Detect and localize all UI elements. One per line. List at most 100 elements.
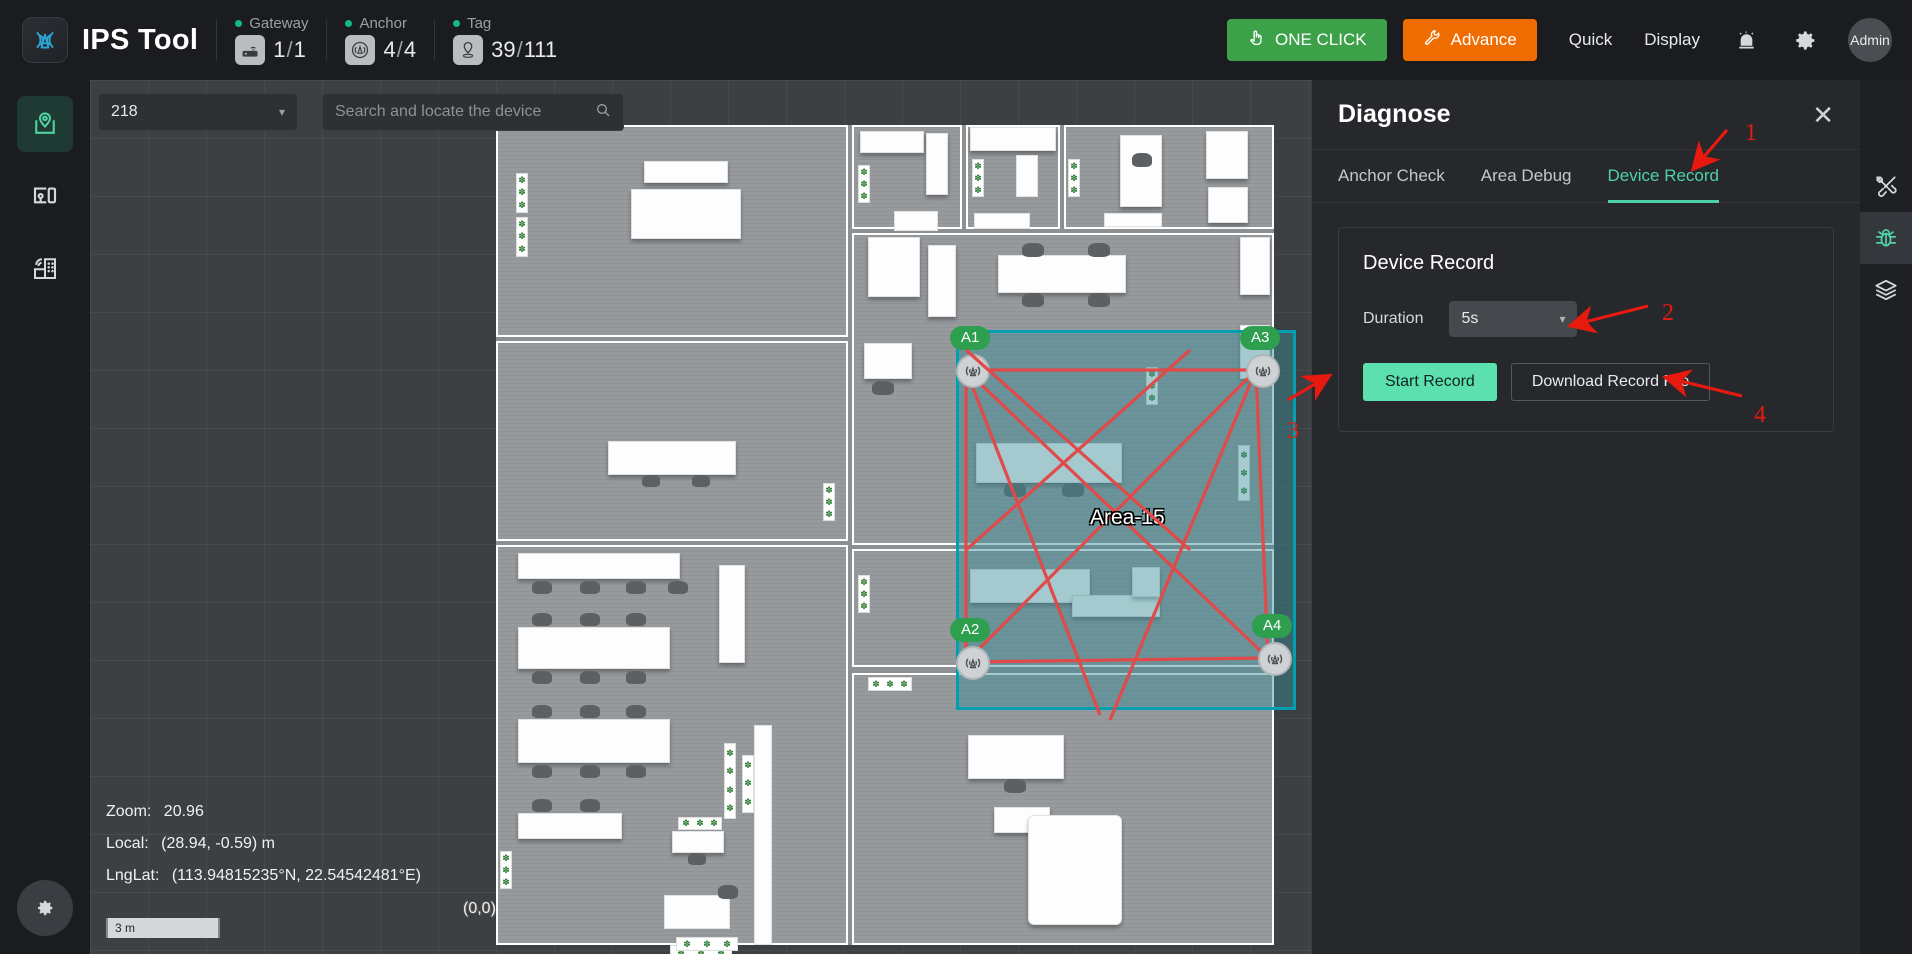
map-lnglat-readout: LngLat: (113.94815235°N, 22.54542481°E) [106, 867, 421, 885]
plant-icon: ✽✽✽ [972, 159, 984, 197]
anchor-A4[interactable]: A4 [1252, 614, 1293, 676]
desk [518, 627, 670, 669]
corridor [754, 725, 772, 945]
one-click-label: ONE CLICK [1274, 30, 1367, 49]
avatar[interactable]: Admin [1848, 18, 1892, 62]
chair [642, 475, 660, 487]
start-record-button[interactable]: Start Record [1363, 363, 1497, 401]
chair [1022, 293, 1044, 307]
chair [1022, 243, 1044, 257]
wrench-icon [1423, 28, 1442, 52]
plant-icon: ✽✽✽ [1068, 159, 1080, 197]
divider [216, 20, 218, 60]
divider [434, 20, 436, 60]
stat-gateway: Gateway 1/1 [235, 15, 308, 65]
close-icon[interactable]: ✕ [1812, 102, 1834, 128]
furniture [1120, 135, 1162, 207]
furniture [664, 895, 730, 929]
plant-icon: ✽✽✽ [868, 677, 912, 691]
sidebar-item-map-location[interactable] [17, 96, 73, 152]
tab-anchor-check[interactable]: Anchor Check [1338, 166, 1445, 203]
stat-anchor: Anchor 4/4 [345, 15, 416, 65]
chair [580, 705, 600, 718]
download-record-file-button[interactable]: Download Record File [1510, 363, 1711, 401]
chair [580, 799, 600, 812]
page-title: Diagnose [1338, 100, 1451, 128]
building-icon [34, 258, 56, 279]
anchor-A3[interactable]: A3 [1240, 326, 1281, 388]
layers-icon [1875, 279, 1897, 301]
stat-gateway-value-row: 1/1 [235, 35, 308, 65]
floor-select[interactable]: 218 ▾ [98, 93, 298, 131]
settings-button[interactable] [17, 880, 73, 936]
map-toolbar: 218 ▾ Search and locate the device [98, 93, 624, 131]
header-actions: ONE CLICK Advance Quick Display Admin [1226, 18, 1912, 62]
right-mini-rail [1860, 80, 1912, 954]
stat-tag-value-row: 39/111 [453, 35, 557, 65]
furniture [644, 161, 728, 183]
anchor-A2[interactable]: A2 [950, 618, 991, 680]
map-canvas[interactable]: 218 ▾ Search and locate the device ✽ ✽ ✽ ✽… [90, 80, 1312, 954]
gear-icon[interactable] [1793, 28, 1818, 53]
plant-icon: ✽✽✽ [678, 817, 722, 830]
origin-label: (0,0) [463, 900, 496, 917]
plant-icon: ✽✽✽ [516, 173, 528, 213]
device-panel-icon [33, 187, 57, 204]
furniture-table [608, 441, 736, 475]
anchor-A2-label: A2 [950, 618, 991, 642]
plant-icon: ✽✽✽ [516, 217, 528, 257]
duration-select[interactable]: 5s ▾ [1449, 301, 1578, 337]
cabinet [719, 565, 745, 663]
router-icon [235, 35, 266, 65]
lnglat-value: (113.94815235°N, 22.54542481°E) [171, 867, 421, 884]
app-root: IPS Tool Gateway 1/1 Anchor 4/4 Tag 39/1… [0, 0, 1912, 954]
anchor-A1[interactable]: A1 [950, 326, 991, 388]
furniture [868, 237, 920, 297]
chair [1132, 153, 1152, 167]
advance-button[interactable]: Advance [1402, 19, 1537, 61]
map-zoom-readout: Zoom: 20.96 [106, 803, 204, 821]
chair [580, 613, 600, 626]
gateway-total: 1 [293, 37, 306, 62]
minirail-item-layers[interactable] [1860, 264, 1912, 316]
anchor-antenna-icon [345, 35, 376, 65]
furniture [968, 735, 1064, 779]
chair [1088, 293, 1110, 307]
chair [532, 765, 552, 778]
alarm-bell-icon[interactable] [1734, 28, 1759, 53]
display-menu[interactable]: Display [1644, 30, 1700, 50]
minirail-item-diagnose[interactable] [1860, 212, 1912, 264]
status-dot-icon [453, 20, 461, 27]
one-click-button[interactable]: ONE CLICK [1226, 19, 1387, 61]
tag-pin-icon [453, 35, 484, 65]
tab-device-record[interactable]: Device Record [1607, 166, 1720, 203]
anchor-antenna-icon [956, 646, 990, 680]
chair [532, 581, 552, 594]
panel-header: Diagnose ✕ [1312, 80, 1860, 150]
furniture-table [998, 255, 1126, 293]
zoom-value: 20.96 [163, 803, 204, 820]
desk [672, 831, 724, 853]
stat-anchor-counts: 4/4 [383, 37, 416, 63]
furniture [970, 127, 1056, 151]
plant-icon: ✽✽✽ [858, 165, 870, 203]
map-local-readout: Local: (28.94, -0.59) m [106, 835, 275, 853]
device-record-card: Device Record Duration 5s ▾ Start Record… [1338, 227, 1834, 432]
sidebar-item-device-monitor[interactable] [17, 168, 73, 224]
plant-icon: ✽✽✽ [823, 483, 835, 521]
quick-menu[interactable]: Quick [1569, 30, 1612, 50]
status-dot-icon [235, 20, 243, 27]
duration-label: Duration [1363, 310, 1424, 327]
search-input[interactable]: Search and locate the device [322, 93, 624, 131]
duration-value: 5s [1461, 310, 1479, 327]
plant-icon: ✽✽✽ [500, 851, 512, 889]
desk [518, 553, 680, 579]
card-title: Device Record [1363, 252, 1495, 274]
furniture [1206, 131, 1248, 179]
sep: / [396, 37, 403, 62]
plant-icon: ✽✽✽ [858, 575, 870, 613]
sidebar-item-building[interactable] [17, 240, 73, 296]
minirail-item-tools[interactable] [1860, 160, 1912, 212]
chair [532, 799, 552, 812]
tab-area-debug[interactable]: Area Debug [1481, 166, 1572, 203]
